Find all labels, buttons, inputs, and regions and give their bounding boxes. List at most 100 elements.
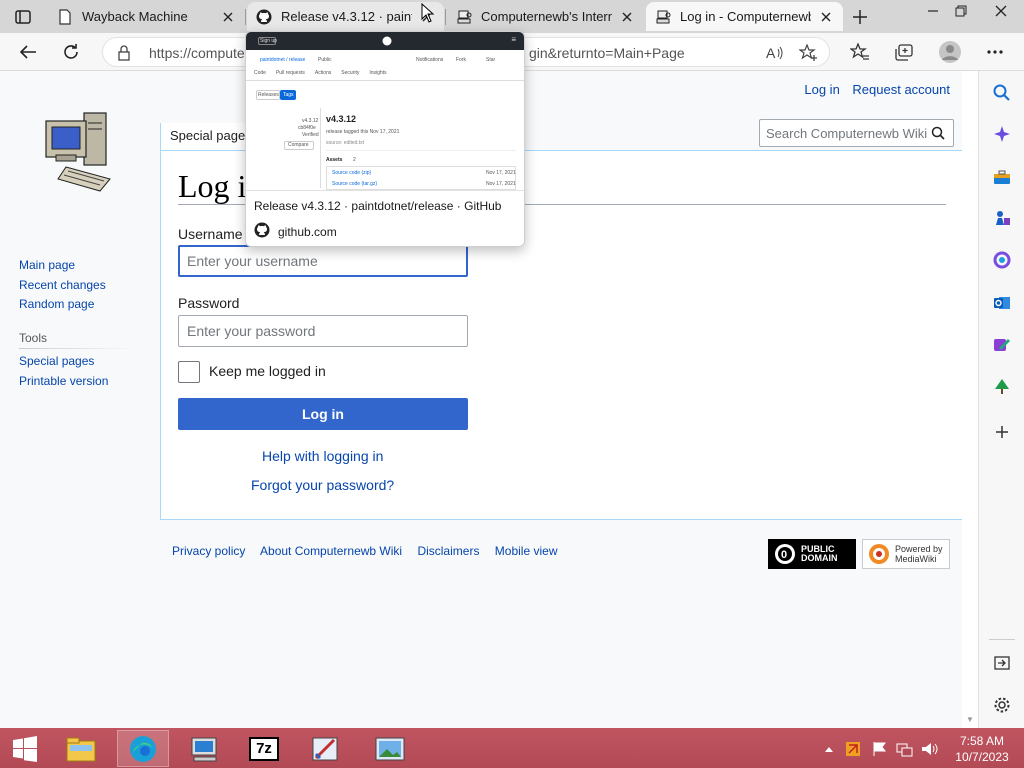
close-tab-icon[interactable] — [618, 8, 636, 26]
more-icon — [987, 50, 1003, 54]
settings-menu-button[interactable] — [981, 38, 1009, 66]
tray-action-center-icon[interactable] — [871, 740, 889, 758]
footer-about-link[interactable]: About Computernewb Wiki — [260, 544, 402, 558]
taskbar-paint[interactable] — [299, 730, 351, 767]
tab-computernewb-internet[interactable]: Computernewb's Internet — [447, 2, 644, 31]
tray-volume-icon[interactable] — [921, 740, 939, 758]
tab-title: Release v4.3.12 · paintdotnet — [281, 9, 412, 24]
taskbar-7zip[interactable]: 7z — [238, 730, 290, 767]
powered-by-mediawiki-badge[interactable]: Powered by MediaWiki — [862, 539, 950, 569]
preview-repo-badge: Public — [318, 57, 332, 63]
tab-wayback[interactable]: Wayback Machine — [48, 2, 245, 31]
read-aloud-button[interactable]: A — [763, 41, 787, 65]
login-link[interactable]: Log in — [804, 82, 839, 97]
username-field[interactable]: Enter your username — [178, 245, 468, 277]
computer-icon — [191, 737, 217, 761]
request-account-link[interactable]: Request account — [852, 82, 950, 97]
public-domain-badge[interactable]: 0 PUBLIC DOMAIN — [768, 539, 856, 569]
page-scrollbar[interactable]: ▼ — [962, 71, 978, 728]
tray-app-icon[interactable] — [844, 740, 862, 758]
sidebar-games-button[interactable] — [989, 205, 1015, 231]
taskbar-image-viewer[interactable] — [364, 730, 416, 767]
forgot-password-link[interactable]: Forgot your password? — [251, 477, 394, 493]
tools-printable-version[interactable]: Printable version — [19, 372, 108, 392]
keep-logged-in-checkbox[interactable] — [178, 361, 200, 383]
nav-main-page[interactable]: Main page — [19, 256, 106, 276]
preview-side-tag: v4.3.12 — [302, 118, 319, 124]
collections-icon — [895, 44, 913, 61]
restore-button[interactable] — [944, 0, 978, 22]
read-aloud-icon: A — [766, 45, 783, 61]
refresh-button[interactable] — [57, 38, 85, 66]
tray-show-hidden-icon[interactable] — [820, 740, 838, 758]
footer-links: Privacy policy About Computernewb Wiki D… — [172, 544, 570, 558]
username-label: Username — [178, 226, 243, 242]
svg-text:0: 0 — [781, 549, 787, 561]
tab-divider — [445, 9, 446, 25]
preview-site: github.com — [278, 225, 337, 239]
sidebar-search-button[interactable] — [989, 80, 1015, 106]
site-logo[interactable] — [44, 109, 116, 198]
tab-special-page[interactable]: Special page — [160, 123, 255, 151]
sidebar-tree-button[interactable] — [989, 374, 1015, 400]
github-icon — [254, 222, 270, 243]
nav-recent-changes[interactable]: Recent changes — [19, 276, 106, 296]
wiki-logo-icon — [455, 8, 473, 26]
sidebar-tools-button[interactable] — [989, 164, 1015, 190]
tab-release[interactable]: Release v4.3.12 · paintdotnet — [247, 2, 444, 31]
minimize-icon — [928, 10, 938, 12]
sidebar-hide-button[interactable] — [989, 650, 1015, 676]
tab-actions-button[interactable] — [6, 5, 40, 29]
new-tab-button[interactable] — [848, 5, 872, 29]
tools-special-pages[interactable]: Special pages — [19, 352, 108, 372]
taskbar-computer[interactable] — [178, 730, 230, 767]
back-button[interactable] — [14, 38, 42, 66]
sidebar-add-button[interactable] — [989, 419, 1015, 445]
designer-icon — [994, 339, 1010, 351]
wiki-logo-icon — [654, 8, 672, 26]
sidebar-designer-button[interactable] — [989, 332, 1015, 358]
footer-disclaimers-link[interactable]: Disclaimers — [417, 544, 479, 558]
close-tab-icon[interactable] — [219, 8, 237, 26]
nav-random-page[interactable]: Random page — [19, 295, 106, 315]
taskbar-edge[interactable] — [117, 730, 169, 767]
favorites-button[interactable] — [846, 38, 874, 66]
taskbar: 7z 7:58 AM 10/7/2023 — [0, 728, 1024, 768]
sidebar-copilot-button[interactable] — [989, 121, 1015, 147]
help-logging-in-link[interactable]: Help with logging in — [262, 448, 383, 464]
tools-portlet: Special pages Printable version — [19, 352, 108, 391]
close-window-button[interactable] — [984, 0, 1018, 22]
search-icon — [993, 84, 1010, 101]
username-placeholder: Enter your username — [187, 253, 318, 269]
edge-icon — [130, 735, 156, 762]
sidebar-settings-button[interactable] — [989, 692, 1015, 718]
system-clock[interactable]: 7:58 AM 10/7/2023 — [952, 733, 1012, 765]
tab-divider — [245, 9, 246, 25]
close-tab-icon[interactable] — [817, 8, 835, 26]
password-field[interactable]: Enter your password — [178, 315, 468, 347]
footer-privacy-link[interactable]: Privacy policy — [172, 544, 245, 558]
page-icon — [56, 8, 74, 26]
preview-assets-label: Assets — [326, 157, 343, 163]
preview-releases-toggle: Releases — [258, 92, 279, 98]
start-button[interactable] — [0, 730, 50, 767]
sidebar-office-button[interactable] — [989, 247, 1015, 273]
windows-logo-icon — [13, 735, 37, 762]
footer-mobile-link[interactable]: Mobile view — [495, 544, 558, 558]
sidebar-outlook-button[interactable] — [989, 290, 1015, 316]
preview-github-mark-icon — [382, 36, 392, 46]
search-icon[interactable] — [931, 126, 945, 143]
scroll-down-arrow-icon[interactable]: ▼ — [966, 715, 974, 724]
search-input[interactable]: Search Computernewb Wiki — [759, 119, 954, 147]
tray-network-icon[interactable] — [896, 740, 914, 758]
taskbar-file-explorer[interactable] — [55, 730, 107, 767]
login-button[interactable]: Log in — [178, 398, 468, 430]
keep-logged-in-label[interactable]: Keep me logged in — [209, 363, 326, 379]
collections-button[interactable] — [890, 38, 918, 66]
image-viewer-icon — [375, 737, 405, 760]
navigation-portlet: Main page Recent changes Random page — [19, 256, 106, 315]
add-favorite-button[interactable] — [797, 41, 821, 65]
tab-log-in[interactable]: Log in - Computernewb — [646, 2, 843, 31]
mediawiki-flower-icon — [869, 544, 889, 564]
profile-button[interactable] — [936, 38, 964, 66]
